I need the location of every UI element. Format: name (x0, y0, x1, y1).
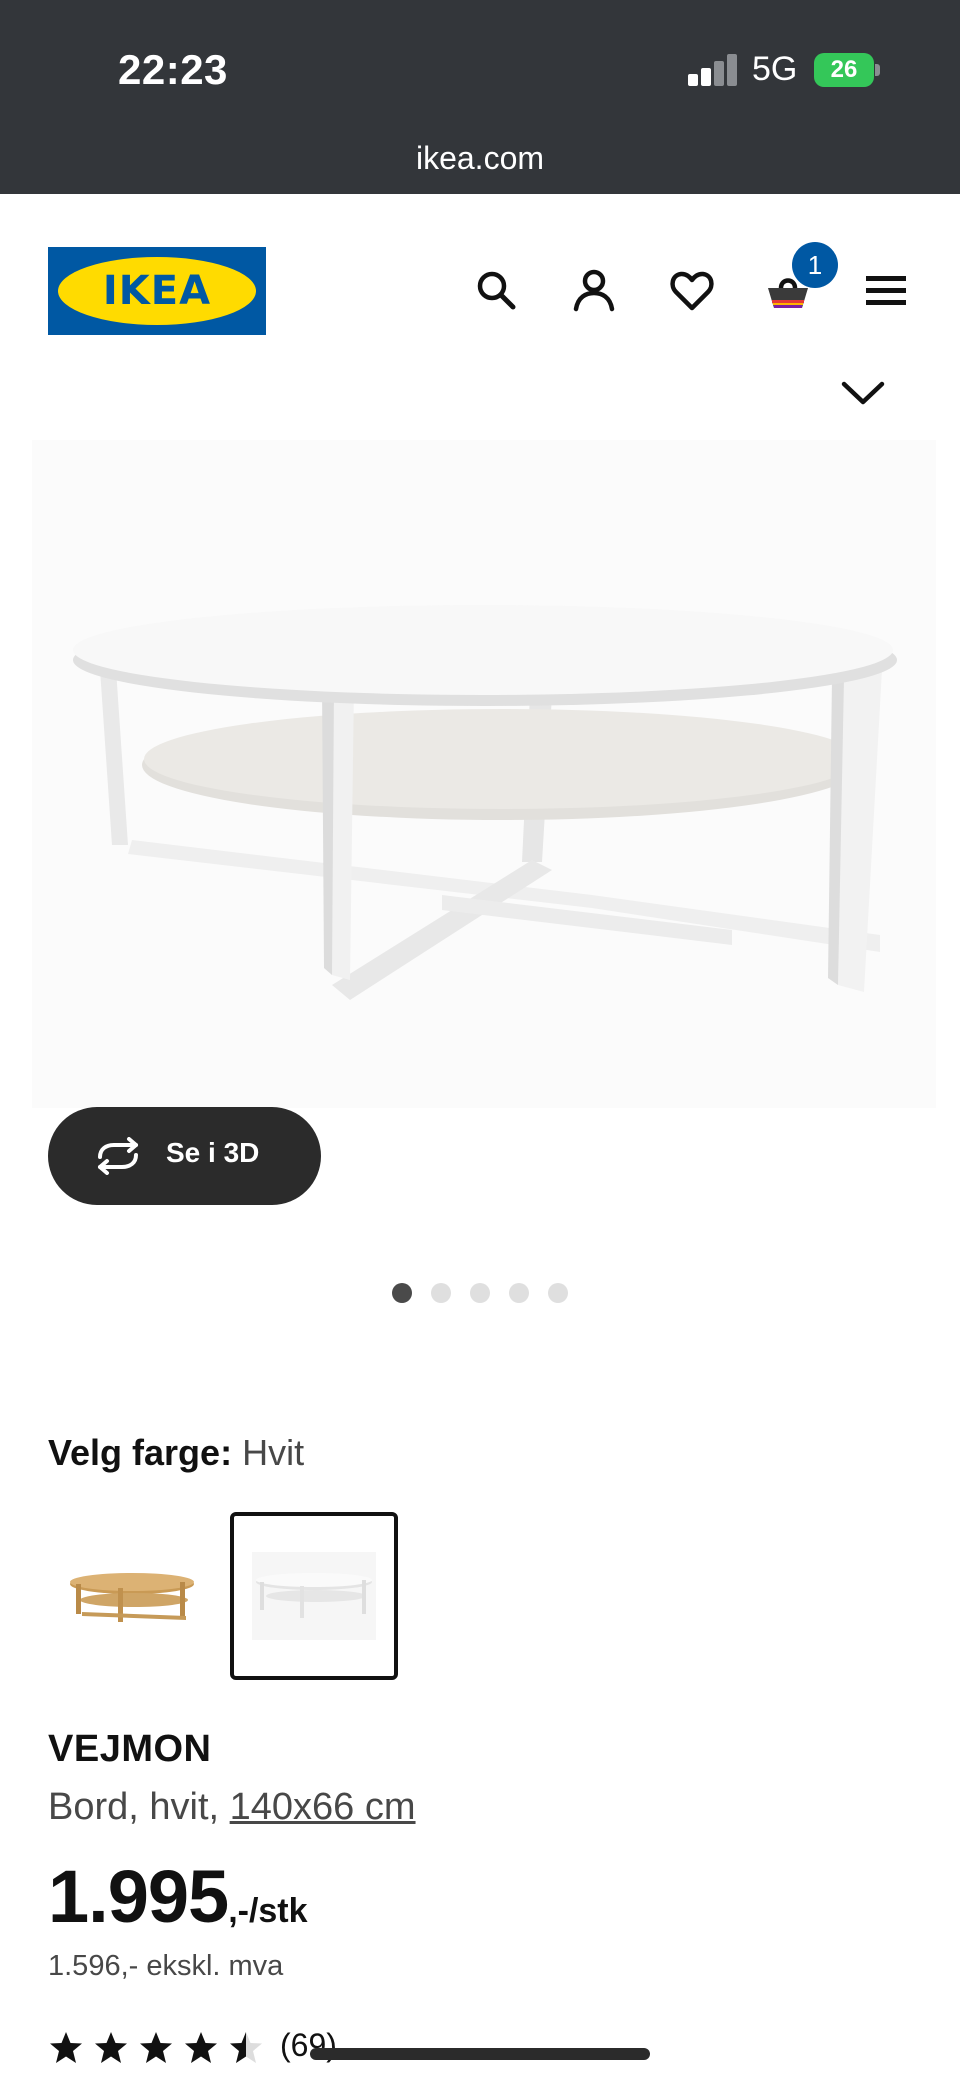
price-main: 1.995 (48, 1855, 229, 1938)
gallery-dot[interactable] (392, 1283, 412, 1303)
ikea-logo[interactable]: IKEA (48, 247, 266, 335)
price-suffix: ,-/stk (228, 1892, 308, 1930)
color-value: Hvit (242, 1432, 305, 1473)
battery-icon: 26 (814, 53, 880, 87)
cart-count-badge: 1 (792, 242, 838, 288)
chevron-down-icon[interactable] (840, 378, 886, 408)
rating-stars[interactable] (48, 2030, 268, 2066)
price-ex-vat: 1.596,- ekskl. mva (48, 1950, 284, 1982)
star-full-icon (50, 2032, 82, 2063)
status-time: 22:23 (118, 46, 228, 93)
star-full-icon (185, 2032, 217, 2063)
gallery-dot[interactable] (548, 1283, 568, 1303)
gallery-dot[interactable] (431, 1283, 451, 1303)
color-swatch-oak[interactable] (48, 1512, 216, 1680)
view-in-3d-button[interactable]: Se i 3D (48, 1107, 321, 1205)
product-image[interactable] (32, 440, 936, 1108)
site-header: IKEA (0, 194, 960, 384)
color-picker-label: Velg farge: Hvit (48, 1432, 304, 1474)
star-half-icon (230, 2032, 262, 2063)
menu-icon[interactable] (862, 266, 910, 314)
view-in-3d-label: Se i 3D (166, 1137, 260, 1168)
address-bar[interactable]: ikea.com (0, 140, 960, 177)
coffee-table-illustration (73, 605, 897, 1000)
product-description: Bord, hvit, 140x66 cm (48, 1786, 416, 1829)
star-full-icon (95, 2032, 127, 2063)
white-table-thumbnail (252, 1552, 376, 1640)
product-price: 1.995,-/stk (48, 1854, 308, 1939)
signal-icon (688, 54, 737, 86)
battery-level: 26 (814, 53, 874, 87)
logo-text: IKEA (102, 268, 212, 314)
product-size-link[interactable]: 140x66 cm (230, 1786, 416, 1828)
browser-top-bar: 22:23 5G 26 ikea.com (0, 0, 960, 194)
heart-icon[interactable] (668, 266, 716, 314)
home-indicator[interactable] (310, 2048, 650, 2060)
account-icon[interactable] (570, 266, 618, 314)
network-type: 5G (752, 50, 798, 88)
oak-table-thumbnail (70, 1573, 194, 1622)
product-name: VEJMON (48, 1728, 212, 1770)
gallery-dot[interactable] (509, 1283, 529, 1303)
color-label: Velg farge: (48, 1432, 233, 1473)
color-swatch-white[interactable] (230, 1512, 398, 1680)
star-full-icon (140, 2032, 172, 2063)
gallery-dot[interactable] (470, 1283, 490, 1303)
rotate-3d-icon (98, 1137, 138, 1175)
product-description-text: Bord, hvit, (48, 1786, 230, 1828)
search-icon[interactable] (472, 266, 520, 314)
